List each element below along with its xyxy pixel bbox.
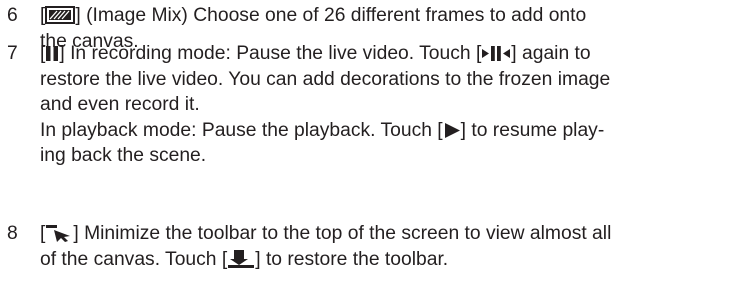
- text-line: [] In recording mode: Pause the live vid…: [40, 43, 591, 64]
- item-number: 6: [7, 5, 18, 26]
- item-text: [] In recording mode: Pause the live vid…: [40, 41, 730, 169]
- item-number: 7: [7, 43, 18, 64]
- manual-page: 6 [] (Image Mix) Choose one of 26 differ…: [0, 0, 739, 286]
- text-line: [] (Image Mix) Choose one of 26 differen…: [40, 5, 587, 26]
- image-mix-icon: [45, 6, 76, 24]
- item-text: [] Minimize the toolbar to the top of th…: [40, 221, 730, 272]
- restore-toolbar-icon: [228, 249, 255, 268]
- text-line: and even record it.: [40, 94, 200, 116]
- text-line: [] Minimize the toolbar to the top of th…: [40, 223, 612, 244]
- text-line: ing back the scene.: [40, 145, 207, 167]
- text-line: In playback mode: Pause the playback. To…: [40, 119, 605, 141]
- item-number: 8: [7, 223, 18, 244]
- minimize-toolbar-icon: [46, 225, 71, 242]
- text-line: of the canvas. Touch [] to restore the t…: [40, 248, 449, 270]
- text-line: restore the live video. You can add deco…: [40, 68, 611, 90]
- play-icon: [444, 122, 460, 138]
- pause-icon: [46, 46, 59, 61]
- play-pause-icon: [482, 46, 511, 61]
